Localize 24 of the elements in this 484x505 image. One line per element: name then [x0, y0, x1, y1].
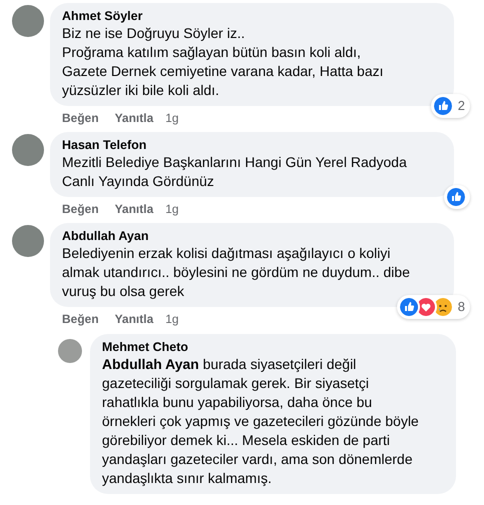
avatar[interactable]: [12, 134, 44, 166]
comment-time[interactable]: 1g: [165, 310, 179, 328]
comment-action-link[interactable]: Yanıtla: [114, 200, 154, 218]
author-name[interactable]: Mehmet Cheto: [102, 339, 188, 355]
author-name[interactable]: Hasan Telefon: [62, 137, 147, 153]
comment-action-link[interactable]: Beğen: [62, 200, 99, 218]
author-name[interactable]: Abdullah Ayan: [62, 228, 149, 244]
comment-action-link[interactable]: Beğen: [62, 109, 99, 127]
comment-text: Biz ne ise Doğruyu Söyler iz.. Proğrama katılım sağlayan bütün basın koli aldı, Gazete Dernek cemiyetine varana kadar, Hatta bazı yüzsüzler iki bile koli aldı.: [62, 24, 384, 100]
comment-time[interactable]: 1g: [165, 109, 179, 127]
comment-text: Mezitli Belediye Başkanlarını Hangi Gün Yerel Radyoda Canlı Yayında Gördünüz: [62, 153, 408, 191]
comment-time[interactable]: 1g: [165, 200, 179, 218]
avatar[interactable]: [12, 5, 44, 37]
reaction-count: 2: [458, 97, 465, 116]
comment-text: Abdullah Ayan burada siyasetçileri değil gazeteciliği sorgulamak gerek. Bir siyasetçi rahatlıkla bunu yapabiliyorsa, daha önce bu örnekleri çok yapmış ve gazetecileri gözünde böyle görebiliyor demek ki... Mesela eskiden de parti yandaşları gazeteciler vardı, ama son dönemlerde yandaşlıkta sınır kalmamış.: [102, 355, 420, 488]
reaction-summary[interactable]: 2: [430, 94, 470, 118]
comment-action-link[interactable]: Yanıtla: [114, 109, 154, 127]
reaction-count: 8: [458, 298, 465, 316]
reaction-summary[interactable]: 8: [396, 295, 470, 319]
comment-action-link[interactable]: Yanıtla: [114, 310, 154, 328]
avatar[interactable]: [58, 339, 82, 363]
avatar[interactable]: [12, 225, 44, 257]
author-name[interactable]: Ahmet Söyler: [62, 8, 143, 24]
comment-action-link[interactable]: Beğen: [62, 310, 99, 328]
